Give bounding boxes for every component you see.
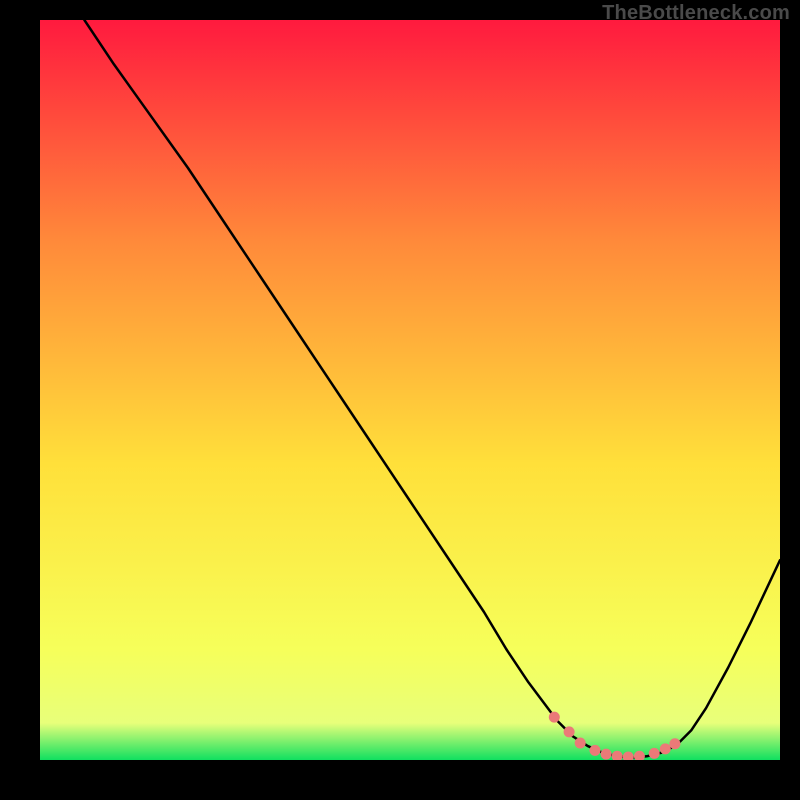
marker-point xyxy=(669,738,680,749)
plot-area xyxy=(40,20,780,760)
chart-svg xyxy=(40,20,780,760)
marker-point xyxy=(660,743,671,754)
marker-point xyxy=(564,726,575,737)
marker-point xyxy=(549,712,560,723)
marker-point xyxy=(649,748,660,759)
chart-stage: TheBottleneck.com xyxy=(0,0,800,800)
gradient-background xyxy=(40,20,780,760)
marker-point xyxy=(575,737,586,748)
marker-point xyxy=(601,749,612,760)
marker-point xyxy=(590,745,601,756)
